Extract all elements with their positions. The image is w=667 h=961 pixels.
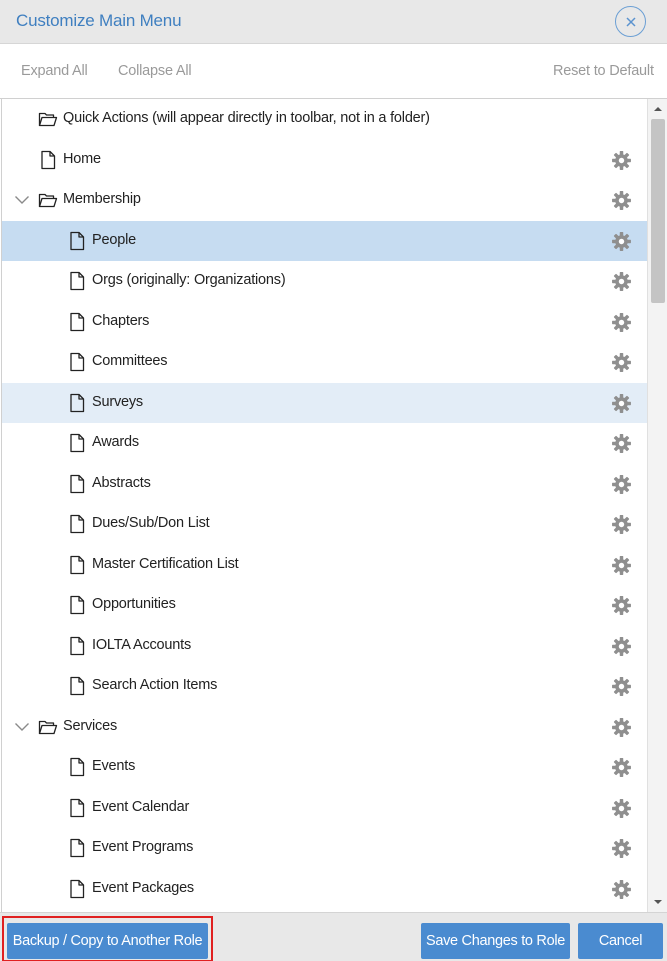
page-icon: [70, 798, 85, 817]
folder-icon: [38, 720, 58, 734]
tree-item[interactable]: Event Programs: [2, 828, 647, 869]
page-icon: [70, 312, 85, 331]
scrollbar-thumb[interactable]: [651, 119, 665, 303]
backup-copy-button[interactable]: Backup / Copy to Another Role: [7, 923, 208, 959]
tree-item-label: Membership: [63, 191, 141, 207]
tree-item-label: Search Action Items: [92, 677, 218, 693]
tree-item-label: Event Programs: [92, 839, 194, 855]
page-icon: [70, 676, 85, 696]
tree-item[interactable]: Surveys: [2, 382, 647, 423]
page-icon: [70, 393, 85, 412]
close-button[interactable]: [615, 6, 646, 37]
folder-icon: [38, 112, 58, 127]
expand-all-link[interactable]: Expand All: [21, 63, 88, 79]
tree-item[interactable]: Membership: [2, 180, 647, 221]
chevron-down-icon[interactable]: [14, 193, 30, 207]
tree-item[interactable]: Event Packages: [2, 869, 647, 910]
tree-item[interactable]: Home: [2, 140, 647, 181]
tree-item-label: People: [92, 231, 136, 248]
tree-item-label: Event Packages: [92, 879, 194, 896]
save-changes-button[interactable]: Save Changes to Role: [421, 923, 570, 959]
page-icon: [70, 838, 85, 858]
tree-item[interactable]: Orgs (originally: Organizations): [2, 261, 647, 302]
close-icon: [625, 16, 636, 27]
gear-icon[interactable]: [611, 757, 632, 778]
tree-item[interactable]: Abstracts: [2, 464, 647, 505]
tree-item[interactable]: Opportunities: [2, 585, 647, 626]
gear-icon[interactable]: [611, 879, 632, 900]
tree-item[interactable]: People: [2, 220, 647, 261]
tree-item[interactable]: Chapters: [2, 302, 647, 343]
scroll-up-arrow-icon[interactable]: [652, 104, 664, 114]
tree-item-label: Events: [92, 758, 136, 774]
folder-icon: [38, 193, 58, 208]
gear-icon[interactable]: [611, 474, 632, 495]
gear-icon[interactable]: [611, 231, 632, 252]
tree-scrollbar[interactable]: [647, 99, 667, 912]
page-icon: [70, 231, 85, 250]
tree-item[interactable]: Quick Actions (will appear directly in t…: [2, 99, 647, 140]
dialog-title: Customize Main Menu: [16, 11, 182, 30]
tree-item[interactable]: IOLTA Accounts: [2, 626, 647, 667]
tree-item[interactable]: Services: [2, 707, 647, 748]
gear-icon[interactable]: [611, 595, 632, 616]
page-icon: [70, 595, 85, 615]
tree-item-label: Opportunities: [92, 596, 176, 612]
tree-item[interactable]: Event Calendar: [2, 788, 647, 829]
tree-item[interactable]: Search Action Items: [2, 666, 647, 707]
page-icon: [70, 352, 85, 372]
dialog-header: Customize Main Menu: [0, 0, 667, 44]
tree-item-label: Master Certification List: [92, 555, 239, 572]
reset-to-default-link[interactable]: Reset to Default: [553, 63, 654, 79]
chevron-down-icon[interactable]: [14, 720, 30, 734]
menu-toolbar: Expand All Collapse All Reset to Default: [0, 44, 667, 99]
tree-item-label: Surveys: [92, 393, 143, 410]
tree-item-label: Services: [63, 717, 117, 734]
page-icon: [70, 474, 85, 493]
tree-item[interactable]: Events: [2, 747, 647, 788]
gear-icon[interactable]: [611, 150, 632, 171]
cancel-button[interactable]: Cancel: [578, 923, 663, 959]
dialog-footer: Backup / Copy to Another Role Save Chang…: [0, 912, 667, 961]
collapse-all-link[interactable]: Collapse All: [118, 63, 192, 79]
tree-item-label: Committees: [92, 353, 168, 369]
gear-icon[interactable]: [611, 352, 632, 373]
tree-item[interactable]: Committees: [2, 342, 647, 383]
tree-item-label: Abstracts: [92, 474, 151, 491]
tree-item-label: Chapters: [92, 312, 150, 329]
gear-icon[interactable]: [611, 676, 632, 697]
tree-item-label: Orgs (originally: Organizations): [92, 272, 286, 288]
gear-icon[interactable]: [611, 636, 632, 657]
gear-icon[interactable]: [611, 312, 632, 333]
scroll-down-arrow-icon[interactable]: [652, 897, 664, 907]
menu-tree: Quick Actions (will appear directly in t…: [1, 99, 647, 912]
gear-icon[interactable]: [611, 514, 632, 535]
page-icon: [70, 879, 85, 898]
gear-icon[interactable]: [611, 838, 632, 859]
page-icon: [41, 150, 56, 169]
page-icon: [70, 555, 85, 574]
tree-item[interactable]: Master Certification List: [2, 545, 647, 586]
tree-item-label: Event Calendar: [92, 798, 190, 815]
page-icon: [70, 433, 85, 453]
page-icon: [70, 271, 85, 291]
tree-item-label: IOLTA Accounts: [92, 636, 192, 653]
tree-item-label: Awards: [92, 434, 139, 450]
gear-icon[interactable]: [611, 798, 632, 819]
page-icon: [70, 757, 85, 777]
tree-item-label: Quick Actions (will appear directly in t…: [63, 110, 430, 126]
gear-icon[interactable]: [611, 393, 632, 414]
tree-item[interactable]: Dues/Sub/Don List: [2, 504, 647, 545]
tree-item-label: Dues/Sub/Don List: [92, 515, 210, 531]
gear-icon[interactable]: [611, 271, 632, 292]
tree-item[interactable]: Awards: [2, 423, 647, 464]
gear-icon[interactable]: [611, 433, 632, 454]
page-icon: [70, 514, 85, 534]
gear-icon[interactable]: [611, 717, 632, 738]
tree-item-label: Home: [63, 150, 101, 167]
gear-icon[interactable]: [611, 555, 632, 576]
gear-icon[interactable]: [611, 190, 632, 211]
page-icon: [70, 636, 85, 655]
